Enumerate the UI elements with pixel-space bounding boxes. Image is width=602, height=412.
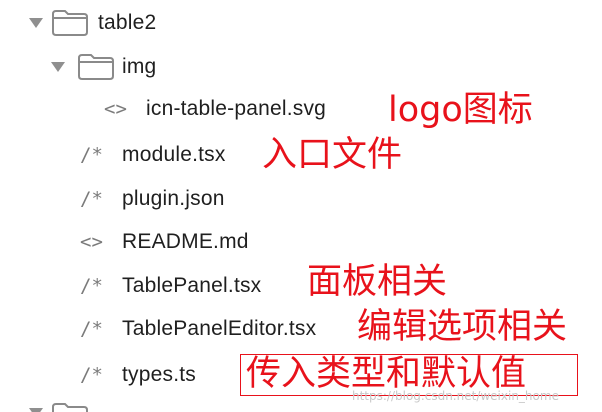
comment-slash-star-icon: /* [80,275,103,297]
folder-icon [52,10,88,36]
annotation-editor-options: 编辑选项相关 [357,307,568,347]
annotation-panel-related: 面板相关 [307,262,448,302]
chevron-right-icon[interactable] [29,408,43,412]
tree-item-label: README.md [122,230,249,253]
tree-item-table2[interactable]: table2 [0,6,300,40]
tree-item-label: table2 [98,11,157,34]
folder-icon [78,54,114,80]
tree-item-partial-folder[interactable] [0,398,140,412]
tree-item-label: types.ts [122,363,196,386]
chevron-down-icon[interactable] [29,18,43,28]
tree-item-label: plugin.json [122,187,225,210]
comment-slash-star-icon: /* [80,318,103,340]
comment-slash-star-icon: /* [80,188,103,210]
code-brackets-icon: <> [104,98,127,120]
tree-item-label: icn-table-panel.svg [146,97,327,120]
tree-item-file[interactable]: /* plugin.json [0,182,300,216]
annotation-logo-icon: logo图标 [388,90,533,130]
tree-item-file[interactable]: /* module.tsx [0,138,260,172]
tree-item-file[interactable]: <> icn-table-panel.svg [0,92,380,126]
comment-slash-star-icon: /* [80,364,103,386]
folder-icon [52,403,88,412]
tree-item-label: img [122,55,157,78]
tree-item-label: TablePanel.tsx [122,274,262,297]
tree-item-file[interactable]: /* TablePanel.tsx [0,269,300,303]
watermark: https://blog.csdn.net/weixin_home [352,389,559,403]
tree-item-file[interactable]: /* TablePanelEditor.tsx [0,312,355,346]
code-brackets-icon: <> [80,231,103,253]
tree-item-img[interactable]: img [0,50,300,84]
comment-slash-star-icon: /* [80,144,103,166]
annotation-entry-file: 入口文件 [262,135,403,175]
tree-item-file[interactable]: <> README.md [0,225,300,259]
tree-item-file[interactable]: /* types.ts [0,358,240,392]
chevron-down-icon[interactable] [51,62,65,72]
tree-item-label: TablePanelEditor.tsx [122,317,317,340]
annotation-types-defaults: 传入类型和默认值 [246,354,527,394]
tree-item-label: module.tsx [122,143,226,166]
